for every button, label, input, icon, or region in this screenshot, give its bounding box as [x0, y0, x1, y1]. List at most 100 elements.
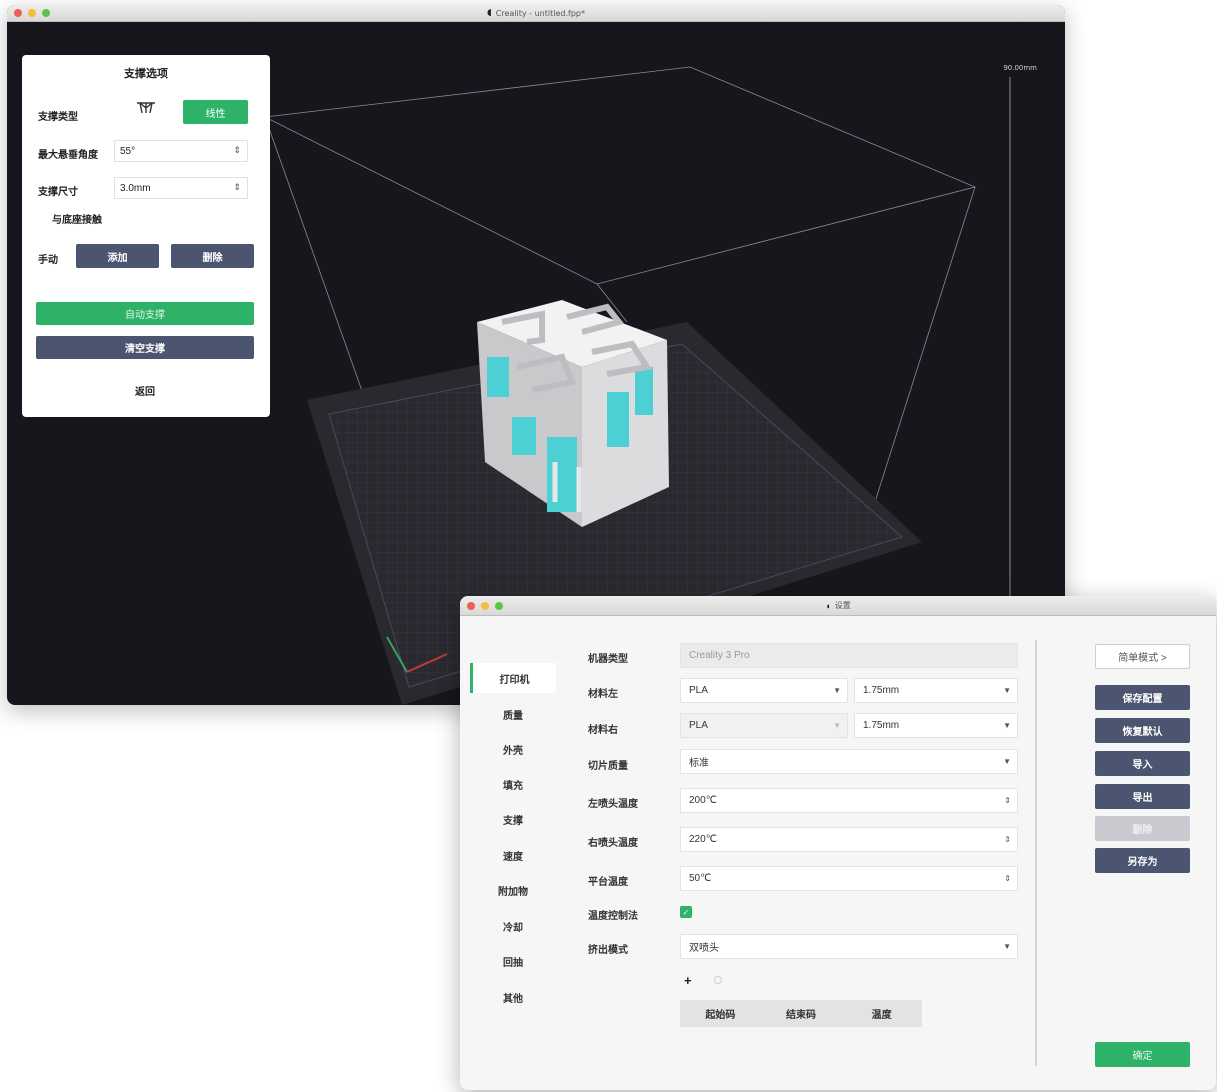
extruder-mode-label: 挤出模式 [588, 945, 628, 956]
stepper-icon[interactable]: ⇕ [1004, 874, 1011, 883]
minimize-settings-button[interactable] [481, 602, 489, 610]
manual-label: 手动 [38, 255, 58, 266]
sidebar-item-other[interactable]: 其他 [470, 982, 556, 1012]
left-nozzle-temp-label: 左喷头温度 [588, 799, 638, 810]
angle-label: 最大悬垂角度 [38, 150, 98, 161]
main-titlebar: ◖ Creality - untitled.fpp* [7, 5, 1065, 22]
sidebar-item-speed[interactable]: 速度 [470, 840, 556, 870]
material-right-diameter-select[interactable]: 1.75mm ▼ [854, 713, 1018, 738]
delete-button[interactable]: 删除 [1095, 816, 1190, 841]
bed-temp-value: 50℃ [689, 873, 712, 884]
tab-start-gcode[interactable]: 起始码 [680, 1000, 761, 1027]
chevron-down-icon: ▼ [1003, 942, 1011, 951]
settings-titlebar: ◖ 设置 [460, 596, 1216, 616]
extruder-mode-value: 双喷头 [689, 943, 719, 954]
clear-support-button[interactable]: 清空支撑 [36, 336, 254, 359]
sidebar-item-printer[interactable]: 打印机 [470, 663, 556, 693]
add-icon[interactable]: + [684, 973, 692, 988]
material-left-diameter-select[interactable]: 1.75mm ▼ [854, 678, 1018, 703]
material-left-label: 材料左 [588, 689, 618, 700]
sidebar-item-support[interactable]: 支撑 [470, 804, 556, 834]
material-right-value: PLA [689, 720, 708, 731]
support-panel-title: 支撑选项 [124, 68, 168, 80]
sidebar-item-quality[interactable]: 质量 [470, 699, 556, 729]
sidebar-item-shell[interactable]: 外壳 [470, 734, 556, 764]
sidebar-item-cooling[interactable]: 冷却 [470, 911, 556, 941]
settings-sidebar: 打印机 质量 外壳 填充 支撑 速度 附加物 冷却 回抽 其他 [460, 616, 560, 1090]
slice-quality-select[interactable]: 标准 ▼ [680, 749, 1018, 774]
bed-temp-label: 平台温度 [588, 877, 628, 888]
right-nozzle-temp-value: 220℃ [689, 834, 717, 845]
slice-quality-value: 标准 [689, 758, 709, 769]
support-type-label: 支撑类型 [38, 112, 78, 123]
angle-value: 55° [120, 145, 136, 157]
machine-type-label: 机器类型 [588, 654, 628, 665]
machine-type-field: Creality 3 Pro [680, 643, 1018, 668]
chevron-down-icon: ▼ [1003, 757, 1011, 766]
left-nozzle-temp-input[interactable]: 200℃ ⇕ [680, 788, 1018, 813]
support-panel: 支撑选项 支撑类型 线性 最大悬垂角度 55° ⇕ 支撑尺寸 3.0mm ⇕ 与… [22, 55, 270, 417]
window-controls [14, 9, 50, 17]
material-left-select[interactable]: PLA ▼ [680, 678, 848, 703]
minimize-window-button[interactable] [28, 9, 36, 17]
temp-control-label: 温度控制法 [588, 911, 638, 922]
chevron-down-icon: ▼ [833, 721, 841, 730]
material-left-value: PLA [689, 685, 708, 696]
tree-support-icon[interactable] [135, 100, 175, 122]
restore-default-button[interactable]: 恢复默认 [1095, 718, 1190, 743]
sidebar-item-retraction[interactable]: 回抽 [470, 946, 556, 976]
maximize-settings-button[interactable] [495, 602, 503, 610]
remove-icon[interactable] [714, 976, 722, 984]
ok-button[interactable]: 确定 [1095, 1042, 1190, 1067]
material-right-diameter: 1.75mm [863, 720, 900, 731]
angle-input[interactable]: 55° ⇕ [114, 140, 248, 162]
main-title: ◖ Creality - untitled.fpp* [487, 8, 585, 18]
right-nozzle-temp-input[interactable]: 220℃ ⇕ [680, 827, 1018, 852]
machine-type-value: Creality 3 Pro [689, 650, 750, 661]
material-right-label: 材料右 [588, 725, 618, 736]
angle-stepper-icon[interactable]: ⇕ [233, 145, 241, 156]
gcode-tabs: 起始码 结束码 温度 [680, 1000, 922, 1027]
sidebar-item-adhesion[interactable]: 附加物 [470, 875, 556, 905]
settings-title: ◖ 设置 [825, 600, 850, 611]
sidebar-item-infill[interactable]: 填充 [470, 769, 556, 799]
app-logo-icon: ◖ [487, 8, 492, 18]
delete-support-button[interactable]: 删除 [171, 244, 254, 268]
right-nozzle-temp-label: 右喷头温度 [588, 838, 638, 849]
simple-mode-button[interactable]: 简单模式 > [1095, 644, 1190, 669]
linear-support-button[interactable]: 线性 [183, 100, 248, 124]
size-input[interactable]: 3.0mm ⇕ [114, 177, 248, 199]
size-stepper-icon[interactable]: ⇕ [233, 182, 241, 193]
settings-title-text: 设置 [834, 601, 851, 610]
import-button[interactable]: 导入 [1095, 751, 1190, 776]
settings-app-icon: ◖ [825, 600, 831, 611]
export-button[interactable]: 导出 [1095, 784, 1190, 809]
bed-temp-input[interactable]: 50℃ ⇕ [680, 866, 1018, 891]
close-window-button[interactable] [14, 9, 22, 17]
temp-control-checkbox[interactable]: ✓ [680, 906, 692, 918]
auto-support-button[interactable]: 自动支撑 [36, 302, 254, 325]
add-support-button[interactable]: 添加 [76, 244, 159, 268]
extruder-mode-select[interactable]: 双喷头 ▼ [680, 934, 1018, 959]
chevron-down-icon: ▼ [1003, 721, 1011, 730]
settings-window: ◖ 设置 打印机 质量 外壳 填充 支撑 速度 附加物 冷却 回抽 其他 机器类… [460, 596, 1216, 1090]
height-label: 90.00mm [1003, 64, 1037, 72]
chevron-down-icon: ▼ [1003, 686, 1011, 695]
material-right-select[interactable]: PLA ▼ [680, 713, 848, 738]
size-value: 3.0mm [120, 182, 151, 194]
save-config-button[interactable]: 保存配置 [1095, 685, 1190, 710]
build-volume-top [263, 66, 977, 285]
back-button[interactable]: 返回 [36, 377, 254, 403]
stepper-icon[interactable]: ⇕ [1004, 796, 1011, 805]
size-label: 支撑尺寸 [38, 187, 78, 198]
left-nozzle-temp-value: 200℃ [689, 795, 717, 806]
platform-contact-option[interactable]: 与底座接触 [52, 211, 102, 226]
save-as-button[interactable]: 另存为 [1095, 848, 1190, 873]
maximize-window-button[interactable] [42, 9, 50, 17]
close-settings-button[interactable] [467, 602, 475, 610]
tab-end-gcode[interactable]: 结束码 [761, 1000, 842, 1027]
tab-temperature[interactable]: 温度 [841, 1000, 922, 1027]
stepper-icon[interactable]: ⇕ [1004, 835, 1011, 844]
vertical-divider [1035, 640, 1037, 1066]
slice-quality-label: 切片质量 [588, 761, 628, 772]
